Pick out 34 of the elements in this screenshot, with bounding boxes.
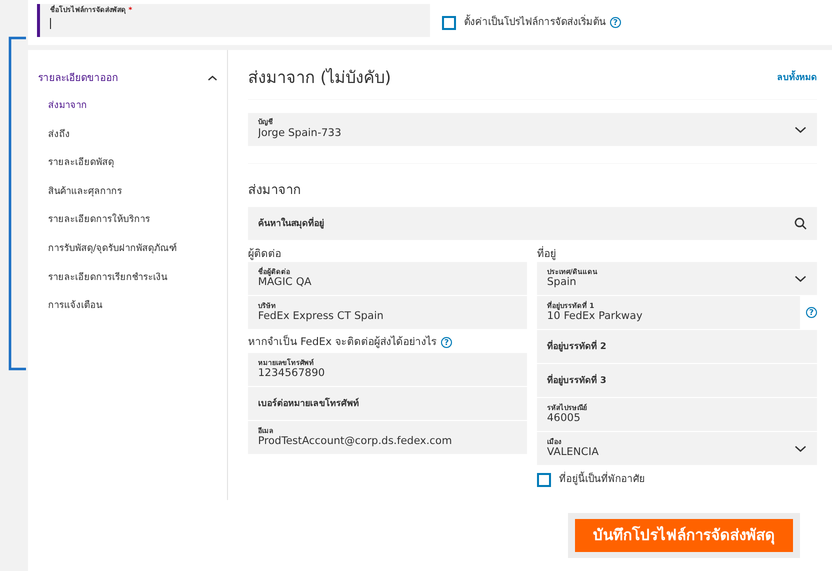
text-input[interactable]: MAGIC QA [258, 276, 517, 289]
text-input[interactable]: 1234567890 [258, 367, 517, 380]
sidebar-item[interactable]: สินค้าและศุลกากร [28, 178, 227, 206]
section-title: ส่งมาจาก (ไม่บังคับ) [248, 67, 392, 89]
search-icon [794, 217, 807, 230]
text-input[interactable]: เบอร์ต่อหมายเลขโทรศัพท์ [258, 397, 517, 410]
sidebar-item[interactable]: รายละเอียดพัสดุ [28, 149, 227, 178]
help-icon[interactable]: ? [806, 307, 817, 318]
checkbox[interactable] [537, 472, 551, 487]
clear-all-link[interactable]: ลบทั้งหมด [777, 72, 817, 86]
help-icon[interactable]: ? [610, 17, 621, 28]
text-cursor [50, 18, 51, 29]
group-heading: ผู้ติดต่อ [248, 246, 281, 262]
text-input[interactable]: ProdTestAccount@corp.ds.fedex.com [258, 435, 517, 448]
section-heading: ส่งมาจาก [248, 182, 302, 200]
text-input[interactable]: 10 FedEx Parkway [547, 310, 790, 323]
group-heading: หากจำเป็น FedEx จะติดต่อผู้ส่งได้อย่างไร [248, 334, 438, 350]
group-heading: ที่อยู่ [537, 246, 556, 262]
sidebar-item[interactable]: ส่งถึง [28, 120, 227, 150]
text-input[interactable]: FedEx Express CT Spain [258, 310, 517, 323]
sidebar-item[interactable]: รายละเอียดการให้บริการ [28, 206, 227, 235]
checkbox[interactable] [442, 16, 456, 30]
checkbox-label: ที่อยู่นี้เป็นที่พักอาศัย [559, 472, 645, 488]
sidebar-item[interactable]: รายละเอียดการเรียกชำระเงิน [28, 264, 227, 292]
sidebar-section-header[interactable]: รายละเอียดขาออก [28, 70, 227, 86]
sidebar-item[interactable]: การรับพัสดุ/จุดรับฝากพัสดุภัณฑ์ [28, 234, 227, 264]
input-field[interactable]: เบอร์ต่อหมายเลขโทรศัพท์ [248, 387, 527, 420]
select-value[interactable]: VALENCIA [547, 446, 794, 459]
sidebar-item[interactable]: ส่งมาจาก [28, 92, 227, 121]
select-value[interactable]: Spain [547, 276, 794, 289]
sidebar-item[interactable]: การแจ้งเตือน [28, 292, 227, 321]
checkbox-label: ตั้งค่าเป็นโปรไฟล์การจัดส่งเริ่มต้น [464, 15, 606, 30]
help-icon[interactable]: ? [441, 337, 452, 348]
text-input[interactable]: 46005 [547, 412, 807, 425]
